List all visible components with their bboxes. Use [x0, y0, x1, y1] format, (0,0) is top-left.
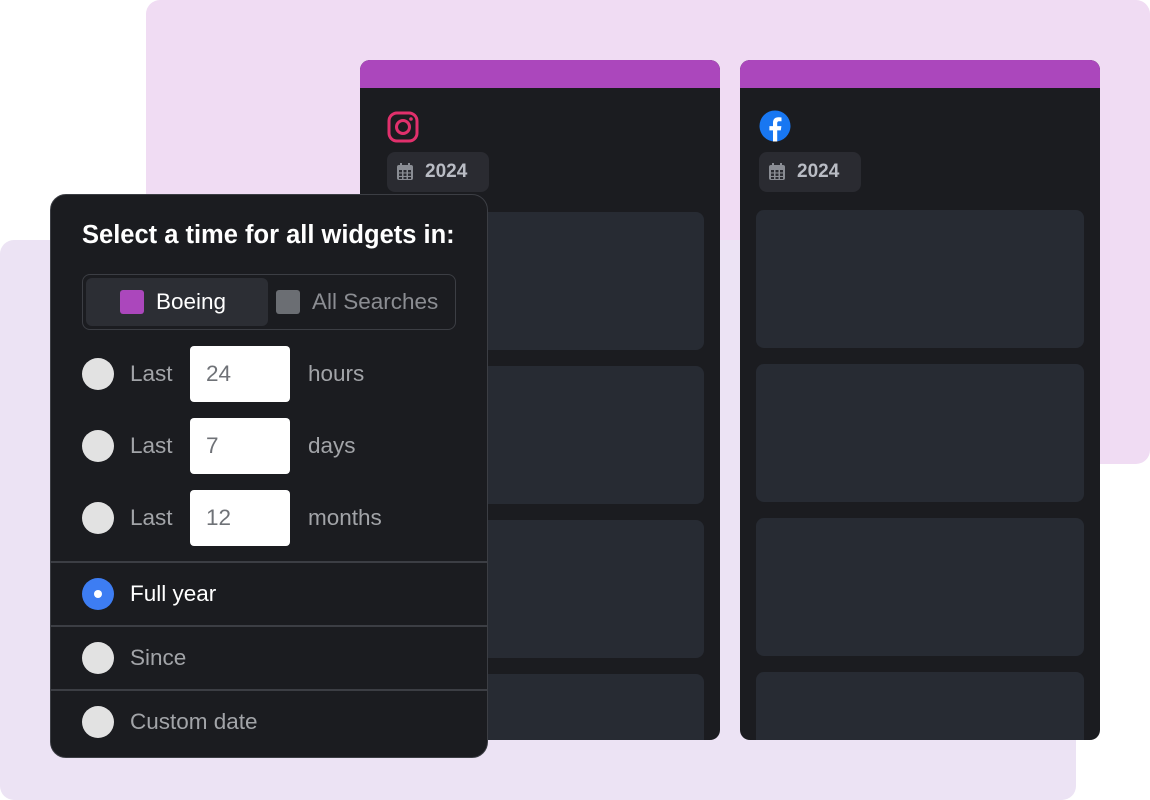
option-label: Custom date — [130, 709, 258, 734]
option-label: Since — [130, 645, 187, 670]
widget-placeholder-card — [756, 364, 1084, 502]
divider — [51, 561, 487, 563]
year-filter-pill[interactable]: 2024 — [759, 152, 861, 192]
months-input[interactable] — [190, 490, 290, 546]
radio-button[interactable] — [82, 358, 114, 390]
scope-option-label: All Searches — [312, 289, 439, 314]
last-hours-option: Last hours — [82, 346, 364, 402]
radio-button-selected[interactable] — [82, 578, 114, 610]
widget-placeholder-card — [756, 210, 1084, 348]
divider — [51, 689, 487, 691]
facebook-icon — [759, 110, 791, 142]
year-label: 2024 — [797, 161, 840, 182]
instagram-icon — [387, 111, 419, 143]
widget-placeholder-card — [756, 518, 1084, 656]
scope-option-boeing[interactable]: Boeing — [86, 278, 268, 326]
radio-button[interactable] — [82, 502, 114, 534]
widget-header-bar — [740, 60, 1100, 88]
divider — [51, 625, 487, 627]
widget-placeholder-card — [756, 672, 1084, 740]
radio-button[interactable] — [82, 706, 114, 738]
option-label: Full year — [130, 581, 217, 606]
calendar-icon — [397, 163, 413, 180]
days-input[interactable] — [190, 418, 290, 474]
time-selection-panel: Select a time for all widgets in: Boeing… — [50, 194, 488, 758]
hours-input[interactable] — [190, 346, 290, 402]
unit-label: days — [308, 433, 356, 458]
color-swatch — [276, 290, 300, 314]
scope-option-all-searches[interactable]: All Searches — [268, 278, 438, 326]
color-swatch — [120, 290, 144, 314]
year-label: 2024 — [425, 161, 468, 182]
unit-label: months — [308, 505, 382, 530]
since-option[interactable]: Since — [82, 638, 186, 678]
custom-date-option[interactable]: Custom date — [82, 702, 258, 742]
option-prefix: Last — [130, 433, 173, 458]
scope-toggle: Boeing All Searches — [82, 274, 456, 330]
widget-header-bar — [360, 60, 720, 88]
last-months-option: Last months — [82, 490, 382, 546]
radio-button[interactable] — [82, 642, 114, 674]
scope-option-label: Boeing — [156, 289, 227, 314]
last-days-option: Last days — [82, 418, 356, 474]
radio-button[interactable] — [82, 430, 114, 462]
unit-label: hours — [308, 361, 365, 386]
full-year-option[interactable]: Full year — [82, 574, 216, 614]
panel-title: Select a time for all widgets in: — [82, 221, 455, 249]
facebook-widget: 2024 — [740, 60, 1100, 740]
calendar-icon — [769, 163, 785, 180]
option-prefix: Last — [130, 361, 173, 386]
option-prefix: Last — [130, 505, 173, 530]
year-filter-pill[interactable]: 2024 — [387, 152, 489, 192]
